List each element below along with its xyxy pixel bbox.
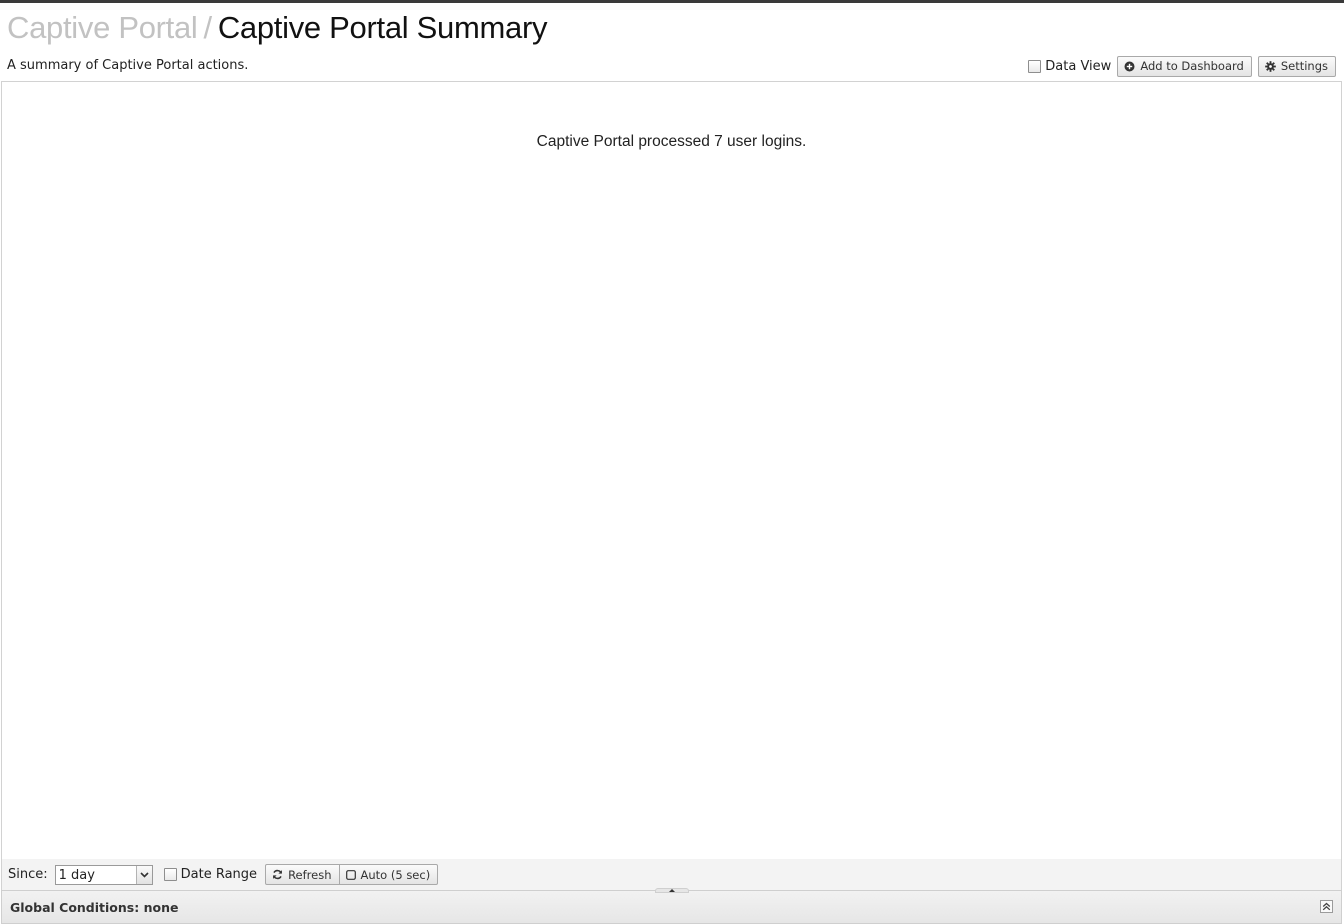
refresh-icon — [272, 869, 283, 880]
time-filter-bar: Since: 1 day Date Range Refresh Auto (5 … — [1, 859, 1342, 890]
caret-up-icon — [669, 889, 675, 892]
double-chevron-up-icon[interactable] — [1320, 900, 1333, 913]
date-range-label: Date Range — [180, 867, 258, 882]
breadcrumb-separator: / — [203, 10, 213, 45]
auto-refresh-label: Auto (5 sec) — [360, 867, 431, 882]
data-view-checkbox[interactable] — [1028, 59, 1042, 73]
settings-label: Settings — [1280, 59, 1328, 73]
global-conditions-label: Global Conditions: none — [10, 899, 179, 915]
breadcrumb-current: Captive Portal Summary — [217, 10, 548, 45]
page-description: A summary of Captive Portal actions. — [7, 58, 249, 73]
chevron-down-icon[interactable] — [135, 865, 152, 884]
breadcrumb-parent[interactable]: Captive Portal — [7, 10, 198, 45]
since-select[interactable]: 1 day — [54, 864, 153, 885]
refresh-label: Refresh — [288, 867, 332, 882]
checkbox-icon — [345, 869, 356, 880]
page-title: Captive Portal / Captive Portal Summary — [7, 8, 548, 48]
summary-text: Captive Portal processed 7 user logins. — [536, 133, 807, 150]
date-range-checkbox[interactable] — [163, 868, 177, 881]
top-strip — [0, 0, 1344, 3]
refresh-button[interactable]: Refresh — [265, 864, 340, 885]
plus-circle-icon — [1124, 61, 1135, 72]
refresh-controls: Refresh Auto (5 sec) — [265, 864, 439, 885]
since-value: 1 day — [58, 867, 95, 883]
data-view-toggle[interactable]: Data View — [1028, 59, 1111, 74]
report-panel: Captive Portal processed 7 user logins. — [1, 81, 1342, 859]
add-to-dashboard-label: Add to Dashboard — [1140, 59, 1244, 73]
add-to-dashboard-button[interactable]: Add to Dashboard — [1117, 55, 1252, 77]
settings-button[interactable]: Settings — [1257, 55, 1336, 77]
date-range-toggle[interactable]: Date Range — [163, 867, 258, 882]
since-label: Since: — [8, 867, 48, 882]
auto-refresh-button[interactable]: Auto (5 sec) — [339, 864, 439, 885]
data-view-label: Data View — [1045, 58, 1112, 74]
gear-icon — [1265, 60, 1276, 72]
global-conditions-bar[interactable]: Global Conditions: none — [1, 890, 1342, 924]
report-toolbar: Data View Add to Dashboard Settings — [1028, 55, 1336, 77]
